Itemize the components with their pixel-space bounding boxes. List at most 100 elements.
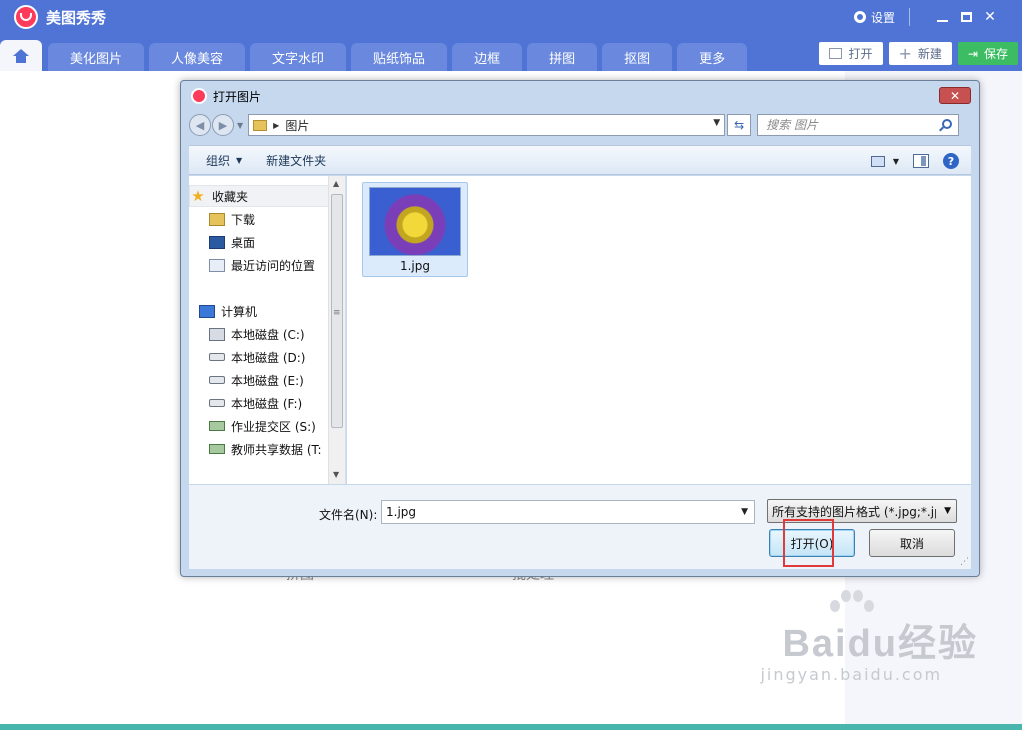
computer-icon <box>199 304 215 318</box>
app-title: 美图秀秀 <box>46 8 107 27</box>
address-dropdown-icon[interactable]: ▼ <box>713 118 720 128</box>
nav-drive-t-label: 教师共享数据 (T: <box>231 442 322 457</box>
nav-computer[interactable]: 计算机 <box>199 300 339 322</box>
filename-dropdown-icon[interactable]: ▼ <box>741 507 748 517</box>
dialog-app-icon <box>191 88 207 104</box>
network-drive-icon <box>209 421 225 431</box>
settings-button[interactable]: 设置 <box>853 9 895 26</box>
scroll-up-icon[interactable]: ▲ <box>333 179 339 188</box>
tab-collage[interactable]: 拼图 <box>527 43 598 71</box>
tab-cutout[interactable]: 抠图 <box>602 43 673 71</box>
nav-drive-e-label: 本地磁盘 (E:) <box>231 373 304 388</box>
nav-computer-label: 计算机 <box>221 304 258 319</box>
refresh-icon: ⇆ <box>734 118 745 132</box>
navigation-scrollbar[interactable]: ▲ ≡ ▼ <box>328 176 345 484</box>
tab-more[interactable]: 更多 <box>677 43 748 71</box>
back-button[interactable]: ◀ <box>189 114 211 136</box>
organize-label: 组织 <box>206 153 231 168</box>
filename-combobox[interactable]: ▼ <box>381 500 755 524</box>
baidu-watermark: Baidu经验 jingyan.baidu.com <box>760 590 978 684</box>
dialog-titlebar: 打开图片 ✕ <box>181 81 979 111</box>
recent-locations-dropdown[interactable]: ▼ <box>237 121 243 130</box>
filename-input[interactable] <box>386 505 726 519</box>
breadcrumb-chevron-icon[interactable]: ▶ <box>273 121 279 130</box>
header-divider <box>909 8 910 26</box>
folder-icon <box>253 119 268 131</box>
organize-button[interactable]: 组织 ▼ <box>206 152 242 169</box>
maximize-button[interactable] <box>954 6 978 28</box>
top-actions: 打开 + 新建 ⇥ 保存 <box>819 42 1018 65</box>
tab-frame[interactable]: 边框 <box>452 43 523 71</box>
nav-downloads-label: 下载 <box>231 212 256 227</box>
home-icon <box>13 49 29 63</box>
dialog-bottom-panel: 文件名(N): ▼ 所有支持的图片格式 (*.jpg;*.jp ▼ 打开(O) … <box>189 485 971 569</box>
resize-grip-icon[interactable]: ⋰ <box>960 557 969 567</box>
breadcrumb-pictures[interactable]: 图片 <box>285 117 309 134</box>
filetype-select[interactable]: 所有支持的图片格式 (*.jpg;*.jp ▼ <box>767 499 957 523</box>
open-image-button[interactable]: 打开 <box>819 42 883 65</box>
open-image-label: 打开 <box>848 47 873 61</box>
dialog-toolbar: 组织 ▼ 新建文件夹 ▼ ? <box>189 145 971 175</box>
tab-portrait[interactable]: 人像美容 <box>149 43 246 71</box>
app-header: 美图秀秀 设置 ✕ 美化图片 人像美容 文字水印 贴纸饰品 边框 拼图 抠图 更… <box>0 0 1022 71</box>
arrow-right-icon: ▶ <box>218 118 228 132</box>
desktop-icon <box>209 235 225 249</box>
recent-places-icon <box>209 258 225 272</box>
address-box[interactable]: ▶ 图片 ▼ <box>248 114 726 136</box>
refresh-button[interactable]: ⇆ <box>727 114 752 136</box>
dialog-close-button[interactable]: ✕ <box>939 87 971 104</box>
change-view-button[interactable]: ▼ <box>870 155 899 167</box>
open-image-dialog: 打开图片 ✕ ◀ ▶ ▼ ▶ 图片 ▼ ⇆ 组织 ▼ 新建文件夹 ▼ <box>180 80 980 577</box>
dialog-title: 打开图片 <box>213 89 262 104</box>
save-button[interactable]: ⇥ 保存 <box>957 42 1018 65</box>
app-logo-icon <box>14 5 38 29</box>
new-button[interactable]: + 新建 <box>888 42 952 65</box>
open-button[interactable]: 打开(O) <box>769 529 855 557</box>
save-label: 保存 <box>983 47 1008 61</box>
network-drive-icon <box>209 444 225 454</box>
main-tabs: 美化图片 人像美容 文字水印 贴纸饰品 边框 拼图 抠图 更多 <box>0 40 752 71</box>
gear-icon <box>853 11 866 23</box>
new-label: 新建 <box>917 47 942 61</box>
nav-drive-c-label: 本地磁盘 (C:) <box>231 327 305 342</box>
filetype-value: 所有支持的图片格式 (*.jpg;*.jp <box>772 504 936 519</box>
tab-home[interactable] <box>0 40 42 71</box>
nav-favorites-label: 收藏夹 <box>212 189 249 204</box>
download-folder-icon <box>209 212 225 226</box>
navigation-pane: ★ 收藏夹 下载 桌面 最近访问的位置 计算机 本地磁盘 (C:) 本地磁盘 (… <box>189 176 346 484</box>
tab-text-watermark[interactable]: 文字水印 <box>250 43 347 71</box>
star-icon: ★ <box>191 187 205 205</box>
system-drive-icon <box>209 327 225 341</box>
tab-stickers[interactable]: 贴纸饰品 <box>351 43 448 71</box>
view-dropdown-icon[interactable]: ▼ <box>893 157 899 166</box>
new-folder-button[interactable]: 新建文件夹 <box>266 152 326 169</box>
help-icon[interactable]: ? <box>943 153 959 169</box>
preview-pane-icon[interactable] <box>913 154 929 168</box>
file-item[interactable]: 1.jpg <box>362 182 468 277</box>
close-icon: ✕ <box>984 9 996 25</box>
search-input[interactable] <box>766 118 937 132</box>
forward-button[interactable]: ▶ <box>212 114 234 136</box>
nav-drive-s-label: 作业提交区 (S:) <box>231 419 316 434</box>
nav-favorites[interactable]: ★ 收藏夹 <box>189 185 329 207</box>
nav-recent-label: 最近访问的位置 <box>231 258 316 273</box>
close-app-button[interactable]: ✕ <box>978 6 1002 28</box>
chevron-down-icon: ▼ <box>236 155 243 165</box>
nav-drive-t[interactable]: 教师共享数据 (T: <box>209 438 329 460</box>
search-box[interactable] <box>757 114 960 136</box>
cancel-button[interactable]: 取消 <box>869 529 955 557</box>
scroll-down-icon[interactable]: ▼ <box>333 470 339 479</box>
tab-beautify[interactable]: 美化图片 <box>48 43 145 71</box>
settings-label: 设置 <box>870 10 895 25</box>
nav-desktop-label: 桌面 <box>231 235 256 250</box>
bottom-status-bar <box>0 724 1022 730</box>
nav-drive-d-label: 本地磁盘 (D:) <box>231 350 306 365</box>
arrow-left-icon: ◀ <box>195 118 205 132</box>
app-brand: 美图秀秀 <box>14 5 107 29</box>
paw-logo-icon <box>830 590 876 620</box>
search-icon[interactable] <box>942 119 953 129</box>
toolbar-right: ▼ ? <box>870 153 959 169</box>
drive-icon <box>209 376 225 384</box>
minimize-button[interactable] <box>930 6 954 28</box>
plus-icon: + <box>898 43 912 63</box>
